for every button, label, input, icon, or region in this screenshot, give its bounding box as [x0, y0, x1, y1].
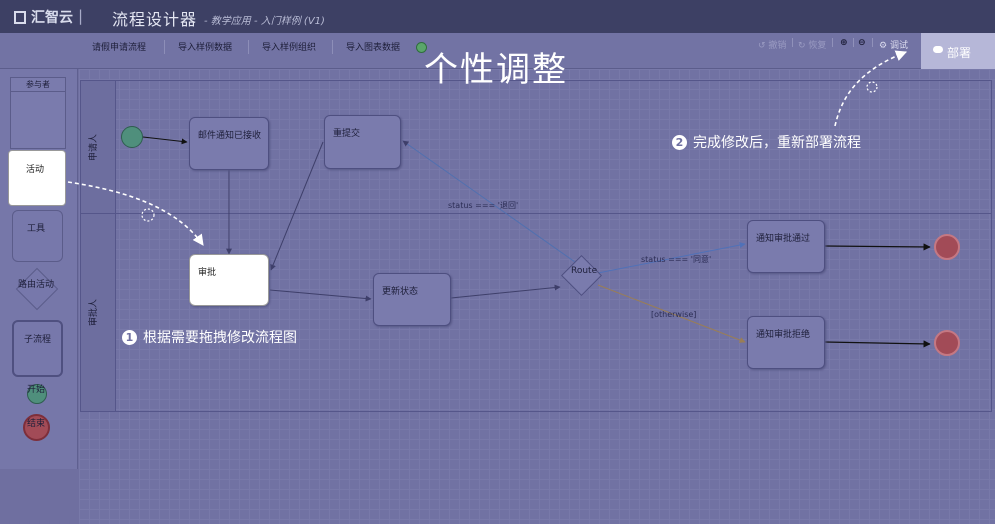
edge-reject-to-end — [824, 340, 931, 348]
edge-label-returned: status === '退回' — [448, 201, 519, 210]
hint-drag-arrow — [67, 181, 204, 246]
edge-resubmit-to-approve — [270, 141, 324, 271]
route-label: Route — [571, 266, 598, 276]
hint-step-2: 2 完成修改后，重新部署流程 — [672, 132, 861, 152]
activity-notify-reject[interactable]: 通知审批拒绝 — [747, 316, 825, 369]
activity-approve[interactable]: 审批 — [189, 254, 269, 306]
step-number-badge: 2 — [672, 135, 687, 150]
activity-notify-pass[interactable]: 通知审批通过 — [747, 220, 825, 273]
activity-update-status[interactable]: 更新状态 — [373, 273, 451, 326]
hint-text: 完成修改后，重新部署流程 — [693, 135, 861, 151]
hint-deploy-target — [866, 81, 878, 93]
activity-label: 邮件通知已接收 — [198, 131, 262, 141]
hint-text: 根据需要拖拽修改流程图 — [143, 330, 297, 346]
activity-resubmit[interactable]: 重提交 — [324, 115, 401, 169]
hint-step-1: 1 根据需要拖拽修改流程图 — [122, 327, 297, 347]
activity-email-received[interactable]: 邮件通知已接收 — [189, 117, 269, 170]
activity-label: 重提交 — [333, 129, 361, 139]
activity-label: 更新状态 — [382, 287, 419, 297]
edge-update-to-route — [450, 284, 561, 299]
hint-deploy-arrow — [834, 50, 908, 127]
edge-label-agreed: status === '同意' — [641, 255, 712, 264]
activity-label: 审批 — [198, 268, 217, 278]
end-event[interactable] — [934, 330, 960, 356]
start-event[interactable] — [121, 126, 143, 148]
edge-pass-to-end — [824, 243, 931, 251]
step-number-badge: 1 — [122, 330, 137, 345]
end-event[interactable] — [934, 234, 960, 260]
edge-start-to-email — [142, 136, 188, 145]
edge-label-otherwise: [otherwise] — [651, 310, 697, 319]
edge-approve-to-update — [269, 289, 372, 302]
activity-label: 通知审批拒绝 — [756, 330, 811, 340]
activity-label: 通知审批通过 — [756, 234, 811, 244]
hint-drag-target — [141, 208, 155, 222]
overlay-title: 个性调整 — [424, 50, 568, 90]
